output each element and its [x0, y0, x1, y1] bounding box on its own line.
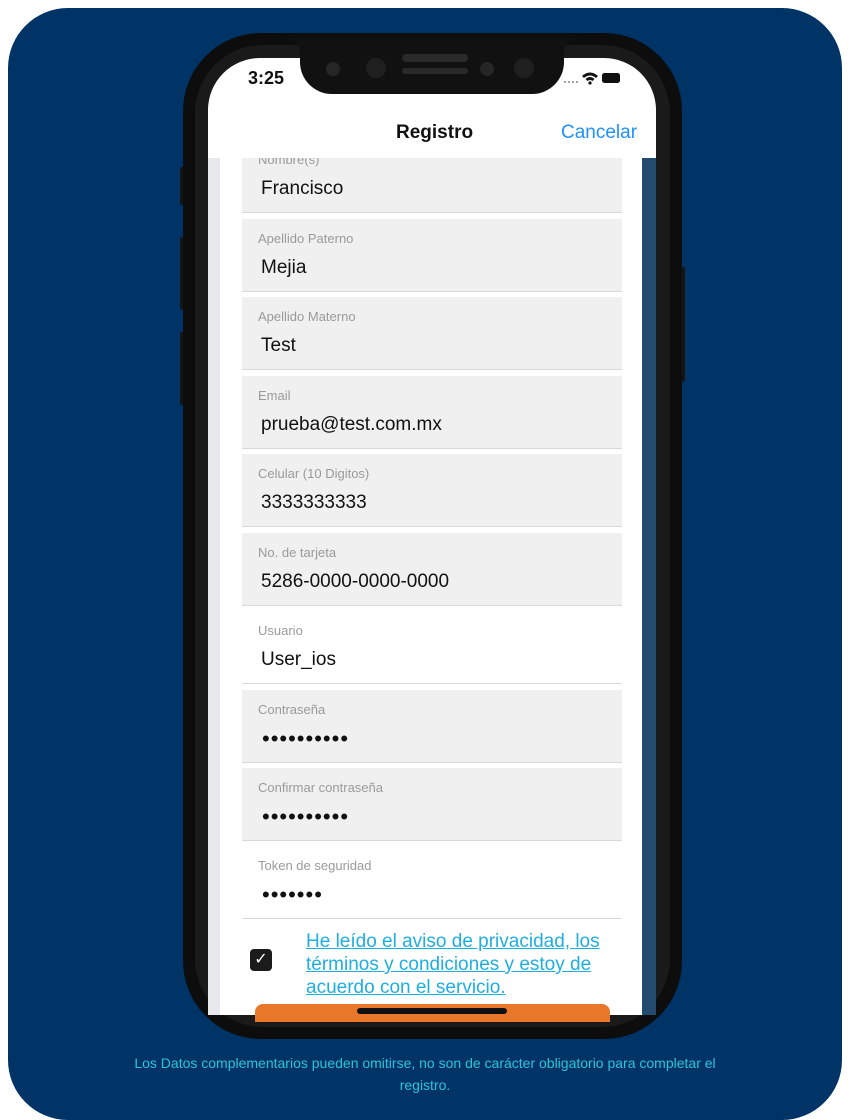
card-number-label: No. de tarjeta	[258, 545, 337, 560]
paternal-surname-label: Apellido Paterno	[258, 231, 354, 246]
username-value: User_ios	[261, 649, 336, 670]
page-title: Registro	[396, 122, 474, 143]
username-label: Usuario	[258, 623, 303, 638]
confirm-password-value: ••••••••••	[262, 804, 350, 829]
sensor-icon	[366, 58, 386, 78]
password-label: Contraseña	[258, 702, 326, 717]
security-token-field[interactable]: Token de seguridad •••••••	[242, 846, 622, 919]
terms-checkbox[interactable]: ✓	[250, 949, 272, 971]
phone-notch	[286, 38, 578, 94]
confirm-password-field[interactable]: Confirmar contraseña ••••••••••	[242, 768, 622, 841]
mobile-field[interactable]: Celular (10 Digitos) 3333333333	[242, 454, 622, 527]
terms-link[interactable]: He leído el aviso de privacidad, los tér…	[306, 930, 616, 999]
speaker-grille-icon	[402, 68, 468, 74]
card-number-field[interactable]: No. de tarjeta 5286-0000-0000-0000	[242, 533, 622, 606]
wifi-icon	[564, 72, 620, 85]
speaker-grille-icon	[402, 54, 468, 62]
maternal-surname-value: Test	[261, 335, 296, 356]
mobile-label: Celular (10 Digitos)	[258, 466, 370, 481]
status-time: 3:25	[248, 68, 285, 88]
sensor-icon	[480, 62, 494, 76]
flood-illuminator-icon	[514, 58, 534, 78]
password-field[interactable]: Contraseña ••••••••••	[242, 690, 622, 763]
mobile-value: 3333333333	[261, 492, 367, 513]
security-token-value: •••••••	[262, 882, 323, 907]
maternal-surname-field[interactable]: Apellido Materno Test	[242, 297, 622, 370]
email-field[interactable]: Email prueba@test.com.mx	[242, 376, 622, 449]
cancel-button[interactable]: Cancelar	[561, 122, 637, 144]
footer-note: Los Datos complementarios pueden omitirs…	[134, 1055, 716, 1093]
username-field[interactable]: Usuario User_ios	[242, 611, 622, 684]
security-token-label: Token de seguridad	[258, 858, 372, 873]
paternal-surname-value: Mejia	[261, 257, 307, 278]
password-value: ••••••••••	[262, 726, 350, 751]
email-value: prueba@test.com.mx	[261, 414, 442, 435]
email-label: Email	[258, 388, 291, 403]
paternal-surname-field[interactable]: Apellido Paterno Mejia	[242, 219, 622, 292]
camera-icon	[326, 62, 340, 76]
card-number-value: 5286-0000-0000-0000	[261, 571, 450, 592]
status-indicators	[562, 70, 622, 91]
first-name-value: Francisco	[261, 178, 344, 199]
home-indicator	[357, 1008, 507, 1014]
confirm-password-label: Confirmar contraseña	[258, 780, 383, 795]
maternal-surname-label: Apellido Materno	[258, 309, 356, 324]
